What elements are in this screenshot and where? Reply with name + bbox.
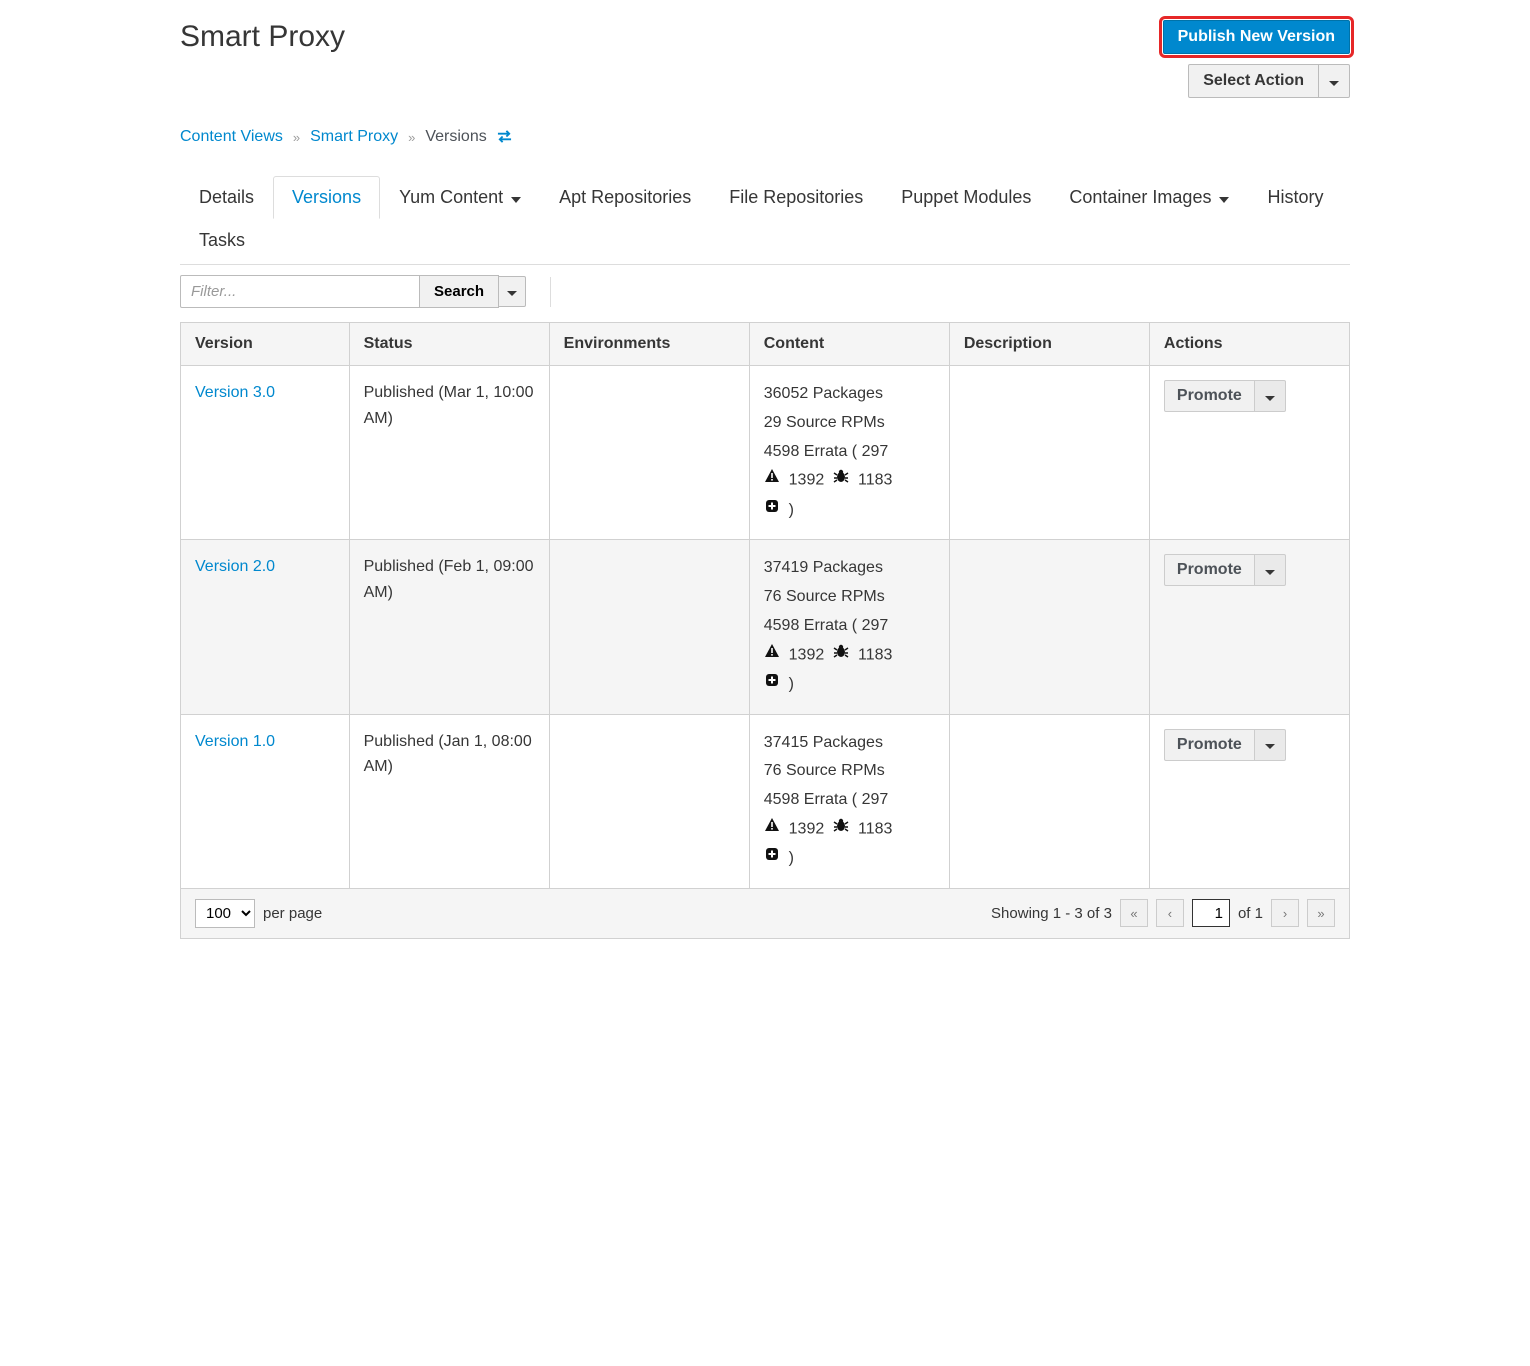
pagination-next-button[interactable]: › bbox=[1271, 899, 1299, 927]
security-icon bbox=[764, 815, 780, 844]
tab-container-label: Container Images bbox=[1069, 187, 1211, 208]
th-actions: Actions bbox=[1149, 323, 1349, 366]
enhancement-icon bbox=[764, 844, 780, 873]
th-description: Description bbox=[949, 323, 1149, 366]
description-cell bbox=[949, 366, 1149, 540]
actions-cell: Promote bbox=[1149, 714, 1349, 888]
chevron-down-icon bbox=[1329, 74, 1339, 89]
page-title: Smart Proxy bbox=[180, 20, 345, 54]
search-caret[interactable] bbox=[499, 276, 526, 307]
environments-cell bbox=[549, 366, 749, 540]
publish-new-version-button[interactable]: Publish New Version bbox=[1163, 20, 1350, 54]
breadcrumb-separator: » bbox=[408, 130, 415, 145]
tab-yum-label: Yum Content bbox=[399, 187, 503, 208]
per-page-select[interactable]: 100 bbox=[195, 899, 255, 928]
tab-file-repositories[interactable]: File Repositories bbox=[710, 176, 882, 219]
content-cell: 37415 Packages 76 Source RPMs 4598 Errat… bbox=[749, 714, 949, 888]
tab-details[interactable]: Details bbox=[180, 176, 273, 219]
promote-caret[interactable] bbox=[1254, 380, 1286, 412]
enhancement-icon bbox=[764, 496, 780, 525]
switch-icon[interactable] bbox=[497, 128, 512, 146]
chevron-down-icon bbox=[507, 284, 517, 299]
chevron-down-icon bbox=[509, 187, 521, 208]
tab-history[interactable]: History bbox=[1248, 176, 1342, 219]
content-cell: 37419 Packages 76 Source RPMs 4598 Errat… bbox=[749, 540, 949, 714]
breadcrumb-current: Versions bbox=[425, 128, 486, 146]
tab-yum-content[interactable]: Yum Content bbox=[380, 176, 540, 219]
table-row: Version 2.0 Published (Feb 1, 09:00 AM) … bbox=[181, 540, 1350, 714]
select-action-caret[interactable] bbox=[1319, 64, 1350, 98]
showing-label: Showing 1 - 3 of 3 bbox=[991, 905, 1112, 922]
status-cell: Published (Feb 1, 09:00 AM) bbox=[349, 540, 549, 714]
actions-cell: Promote bbox=[1149, 540, 1349, 714]
bug-icon bbox=[833, 466, 849, 495]
security-icon bbox=[764, 466, 780, 495]
pagination-of-label: of 1 bbox=[1238, 905, 1263, 922]
th-environments: Environments bbox=[549, 323, 749, 366]
environments-cell bbox=[549, 540, 749, 714]
pagination-prev-button[interactable]: ‹ bbox=[1156, 899, 1184, 927]
environments-cell bbox=[549, 714, 749, 888]
pagination-current-input[interactable] bbox=[1192, 899, 1230, 927]
per-page-label: per page bbox=[263, 905, 322, 922]
enhancement-icon bbox=[764, 670, 780, 699]
chevron-down-icon bbox=[1265, 563, 1275, 578]
bug-icon bbox=[833, 641, 849, 670]
tab-versions[interactable]: Versions bbox=[273, 176, 380, 219]
security-icon bbox=[764, 641, 780, 670]
tab-tasks[interactable]: Tasks bbox=[180, 219, 264, 262]
version-link[interactable]: Version 3.0 bbox=[195, 384, 275, 401]
pagination-last-button[interactable]: » bbox=[1307, 899, 1335, 927]
status-cell: Published (Mar 1, 10:00 AM) bbox=[349, 366, 549, 540]
divider bbox=[550, 277, 551, 307]
promote-button[interactable]: Promote bbox=[1164, 729, 1255, 761]
pagination-first-button[interactable]: « bbox=[1120, 899, 1148, 927]
select-action-button[interactable]: Select Action bbox=[1188, 64, 1319, 98]
content-cell: 36052 Packages 29 Source RPMs 4598 Errat… bbox=[749, 366, 949, 540]
promote-caret[interactable] bbox=[1254, 729, 1286, 761]
tab-apt-repositories[interactable]: Apt Repositories bbox=[540, 176, 710, 219]
status-cell: Published (Jan 1, 08:00 AM) bbox=[349, 714, 549, 888]
search-button[interactable]: Search bbox=[419, 275, 499, 308]
version-link[interactable]: Version 2.0 bbox=[195, 558, 275, 575]
version-link[interactable]: Version 1.0 bbox=[195, 733, 275, 750]
chevron-down-icon bbox=[1217, 187, 1229, 208]
table-footer: 100 per page Showing 1 - 3 of 3 « ‹ of 1… bbox=[180, 889, 1350, 939]
breadcrumb-smart-proxy[interactable]: Smart Proxy bbox=[310, 128, 398, 146]
th-status: Status bbox=[349, 323, 549, 366]
breadcrumb-content-views[interactable]: Content Views bbox=[180, 128, 283, 146]
promote-button[interactable]: Promote bbox=[1164, 554, 1255, 586]
table-row: Version 1.0 Published (Jan 1, 08:00 AM) … bbox=[181, 714, 1350, 888]
bug-icon bbox=[833, 815, 849, 844]
th-content: Content bbox=[749, 323, 949, 366]
description-cell bbox=[949, 540, 1149, 714]
breadcrumb-separator: » bbox=[293, 130, 300, 145]
chevron-down-icon bbox=[1265, 389, 1275, 404]
table-row: Version 3.0 Published (Mar 1, 10:00 AM) … bbox=[181, 366, 1350, 540]
tab-container-images[interactable]: Container Images bbox=[1050, 176, 1248, 219]
tab-puppet-modules[interactable]: Puppet Modules bbox=[882, 176, 1050, 219]
chevron-down-icon bbox=[1265, 737, 1275, 752]
promote-caret[interactable] bbox=[1254, 554, 1286, 586]
actions-cell: Promote bbox=[1149, 366, 1349, 540]
th-version: Version bbox=[181, 323, 350, 366]
description-cell bbox=[949, 714, 1149, 888]
filter-input[interactable] bbox=[180, 275, 420, 308]
breadcrumb: Content Views » Smart Proxy » Versions bbox=[180, 128, 1350, 146]
versions-table: Version Status Environments Content Desc… bbox=[180, 322, 1350, 889]
promote-button[interactable]: Promote bbox=[1164, 380, 1255, 412]
